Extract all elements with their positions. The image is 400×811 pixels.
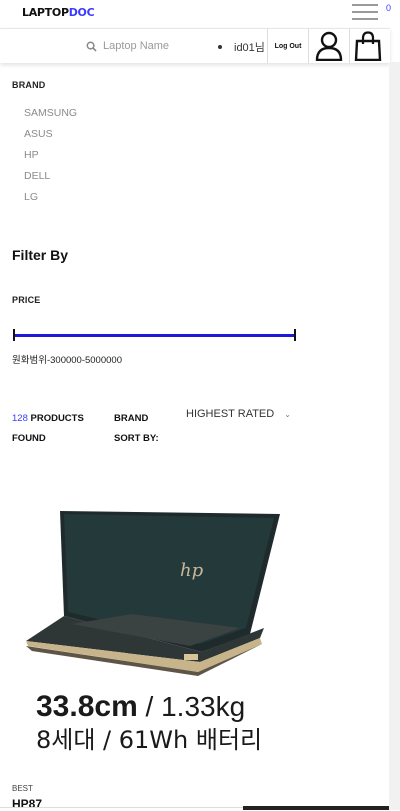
- slider-track: [14, 334, 296, 337]
- logo-accent: DOC: [68, 6, 95, 19]
- product-name[interactable]: HP87: [12, 797, 42, 811]
- user-icon[interactable]: [311, 29, 347, 63]
- image-text-size: 33.8cm / 1.33kg: [36, 690, 245, 723]
- products-found: 128 PRODUCTS FOUND: [12, 409, 84, 449]
- search-input[interactable]: [103, 40, 213, 52]
- brand-option[interactable]: ASUS: [24, 126, 77, 147]
- sort-value: HIGHEST RATED: [186, 408, 275, 420]
- bottom-bar: [243, 806, 389, 810]
- products-count: 128: [12, 413, 28, 424]
- scrollbar[interactable]: [389, 62, 400, 810]
- cart-count: 0: [386, 3, 392, 13]
- filter-title: Filter By: [12, 247, 69, 263]
- sort-select[interactable]: HIGHEST RATED ⌄: [186, 408, 291, 420]
- product-image[interactable]: hp 33.8cm / 1.33kg 8세대 / 61Wh 배터리: [12, 476, 294, 759]
- shopping-bag-icon[interactable]: [349, 29, 386, 63]
- brand-option[interactable]: LG: [24, 189, 77, 210]
- chevron-down-icon: ⌄: [284, 409, 291, 419]
- slider-max-handle[interactable]: [294, 329, 296, 341]
- search-icon: [86, 41, 97, 52]
- sort-by-label: SORT BY:: [114, 433, 159, 444]
- logo-main: LAPTOP: [22, 6, 69, 19]
- brand-list: SAMSUNG ASUS HP DELL LG: [24, 105, 77, 210]
- hamburger-menu-icon[interactable]: [352, 3, 378, 23]
- brand-option[interactable]: DELL: [24, 168, 77, 189]
- logo[interactable]: LAPTOPDOC: [22, 6, 95, 19]
- brand-option[interactable]: HP: [24, 147, 77, 168]
- search-box[interactable]: [86, 38, 213, 54]
- header-bar: id01님 Log Out: [0, 28, 390, 63]
- logout-button[interactable]: Log Out: [267, 29, 309, 63]
- found-label: FOUND: [12, 433, 46, 444]
- sort-label: BRAND SORT BY:: [114, 409, 159, 449]
- user-id-text: id01님: [234, 42, 265, 54]
- slider-min-handle[interactable]: [13, 329, 15, 341]
- top-bar: LAPTOPDOC: [0, 0, 400, 28]
- products-label: PRODUCTS: [30, 413, 84, 424]
- price-range-slider[interactable]: [13, 329, 297, 341]
- brand-option[interactable]: SAMSUNG: [24, 105, 77, 126]
- product-badge: BEST: [12, 784, 33, 793]
- brand-filter-label: BRAND: [12, 80, 46, 90]
- price-range-text: 원화범위-300000-5000000: [12, 355, 122, 366]
- sort-brand-label: BRAND: [114, 413, 149, 424]
- image-text-battery: 8세대 / 61Wh 배터리: [36, 726, 262, 754]
- user-id: id01님: [218, 39, 265, 55]
- svg-text:hp: hp: [180, 560, 204, 581]
- price-label: PRICE: [12, 295, 41, 305]
